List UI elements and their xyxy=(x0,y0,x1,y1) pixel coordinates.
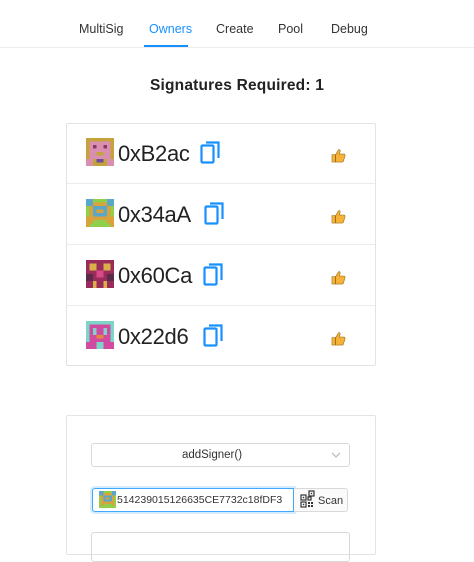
owner-row: 0xB2ac xyxy=(67,124,375,184)
value-field[interactable] xyxy=(91,532,350,562)
blockie-avatar xyxy=(86,199,114,227)
thumbs-up-icon[interactable] xyxy=(331,270,346,285)
tab-multisig[interactable]: MultiSig xyxy=(79,22,123,36)
transaction-form: addSigner() 514239015126635CE7732c18fDF3 xyxy=(66,415,376,562)
address-input-value: 514239015126635CE7732c18fDF3 xyxy=(117,494,283,506)
thumbs-up-icon[interactable] xyxy=(331,148,346,163)
blockie-avatar xyxy=(86,321,114,349)
tab-pool[interactable]: Pool xyxy=(278,22,303,36)
chevron-down-icon xyxy=(331,452,341,458)
top-nav: MultiSig Owners Create Pool Debug xyxy=(0,0,474,48)
copy-icon[interactable] xyxy=(204,202,224,226)
address-input[interactable]: 514239015126635CE7732c18fDF3 xyxy=(92,488,294,512)
active-tab-indicator xyxy=(144,45,188,47)
blockie-avatar xyxy=(86,260,114,288)
tab-owners[interactable]: Owners xyxy=(149,22,192,36)
owner-address: 0x60Ca xyxy=(118,263,193,288)
blockie-avatar xyxy=(86,138,114,166)
blockie-avatar xyxy=(99,491,116,508)
owner-address: 0xB2ac xyxy=(118,141,190,166)
signatures-required-heading: Signatures Required: 1 xyxy=(149,77,325,94)
scan-button-label: Scan xyxy=(318,495,344,507)
scan-button[interactable]: Scan xyxy=(294,488,348,512)
owner-row: 0x60Ca xyxy=(67,246,375,306)
qr-scan-icon xyxy=(300,490,315,508)
tab-debug[interactable]: Debug xyxy=(331,22,368,36)
method-select-value: addSigner() xyxy=(181,449,243,461)
owner-address: 0x34aA xyxy=(118,202,191,227)
owners-list: 0xB2ac 0x34aA 0x60Ca 0x22d6 xyxy=(66,123,376,366)
copy-icon[interactable] xyxy=(203,324,223,348)
owner-address: 0x22d6 xyxy=(118,324,189,349)
thumbs-up-icon[interactable] xyxy=(331,331,346,346)
method-select[interactable]: addSigner() xyxy=(91,443,350,467)
copy-icon[interactable] xyxy=(203,263,223,287)
copy-icon[interactable] xyxy=(200,141,220,165)
owner-row: 0x34aA xyxy=(67,185,375,245)
tab-create[interactable]: Create xyxy=(216,22,254,36)
owner-row: 0x22d6 xyxy=(67,307,375,367)
thumbs-up-icon[interactable] xyxy=(331,209,346,224)
